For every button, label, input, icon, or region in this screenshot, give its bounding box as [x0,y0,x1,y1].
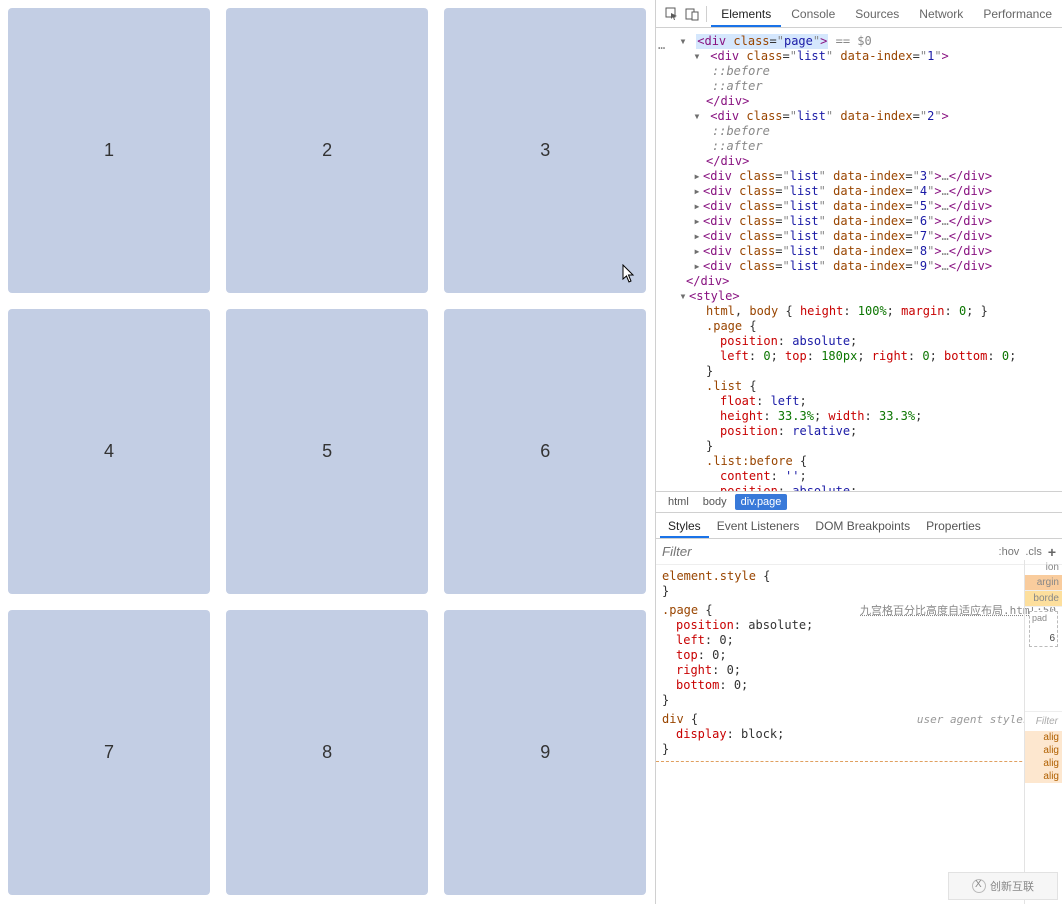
boxmodel-value: 6 [1049,633,1055,644]
breadcrumb-divpage[interactable]: div.page [735,494,788,510]
dom-pseudo-before: ::before [678,124,1062,139]
boxmodel-border-label: borde [1025,591,1062,607]
tab-sources[interactable]: Sources [845,1,909,27]
tab-network[interactable]: Network [909,1,973,27]
tab-performance[interactable]: Performance [973,1,1062,27]
grid-cell-6: 6 [444,309,646,594]
styles-filter-row: :hov .cls + [656,539,1062,565]
computed-filter-input[interactable]: Filter [1025,711,1062,731]
device-toggle-icon[interactable] [682,3,702,25]
computed-prop[interactable]: alig [1025,770,1062,783]
dom-node-list-2[interactable]: <div class="list" data-index="2"> [678,109,1062,124]
computed-prop[interactable]: alig [1025,744,1062,757]
subtab-properties[interactable]: Properties [918,514,989,538]
grid-cell-3: 3 [444,8,646,293]
subtab-eventlisteners[interactable]: Event Listeners [709,514,808,538]
boxmodel-margin-label: argin [1025,575,1062,591]
grid-cell-8: 8 [226,610,428,895]
watermark-badge: 创新互联 [948,872,1058,900]
dom-node-list-5[interactable]: <div class="list" data-index="5">…</div> [678,199,1062,214]
dom-node-page[interactable]: <div class="page"> == $0 [678,34,1062,49]
box-model-sliver: ion argin borde pad 6 Filter alig alig a… [1024,560,1062,904]
grid-cell-9: 9 [444,610,646,895]
dom-node-list-4[interactable]: <div class="list" data-index="4">…</div> [678,184,1062,199]
hov-toggle[interactable]: :hov [999,546,1020,558]
devtools-tabs: Elements Console Sources Network Perform… [656,0,1062,28]
dom-breadcrumb: html body div.page [656,491,1062,513]
boxmodel-ion-label: ion [1025,560,1062,575]
dom-pseudo-before: ::before [678,64,1062,79]
new-style-rule-button[interactable]: + [1048,544,1056,560]
grid-cell-5: 5 [226,309,428,594]
boxmodel-padding-label: pad [1032,613,1047,623]
subtab-styles[interactable]: Styles [660,514,709,538]
dom-node-list-9[interactable]: <div class="list" data-index="9">…</div> [678,259,1062,274]
dom-node-list-7[interactable]: <div class="list" data-index="7">…</div> [678,229,1062,244]
dom-node-list-2-close: </div> [678,154,1062,169]
watermark-text: 创新互联 [990,878,1034,894]
grid-cell-1: 1 [8,8,210,293]
watermark-logo-icon [972,879,986,893]
grid-container: 1 2 3 4 5 6 7 8 9 [0,0,655,904]
dom-pseudo-after: ::after [678,139,1062,154]
overflow-dots-icon[interactable]: … [658,38,665,53]
cls-toggle[interactable]: .cls [1025,546,1042,558]
dom-node-list-1[interactable]: <div class="list" data-index="1"> [678,49,1062,64]
grid-cell-7: 7 [8,610,210,895]
computed-prop[interactable]: alig [1025,757,1062,770]
breadcrumb-body[interactable]: body [697,494,733,510]
dom-node-list-6[interactable]: <div class="list" data-index="6">…</div> [678,214,1062,229]
styles-filter-input[interactable] [662,544,993,559]
dom-pseudo-after: ::after [678,79,1062,94]
dom-node-style[interactable]: <style> [678,289,1062,304]
styles-panel[interactable]: element.style {} 九宫格百分比高度自适应布局.html:50 .… [656,565,1062,904]
dom-node-page-close: </div> [678,274,1062,289]
styles-subtabs: Styles Event Listeners DOM Breakpoints P… [656,513,1062,539]
dom-node-list-3[interactable]: <div class="list" data-index="3">…</div> [678,169,1062,184]
rule-page[interactable]: 九宫格百分比高度自适应布局.html:50 .page { position: … [662,603,1056,708]
grid-cell-4: 4 [8,309,210,594]
rule-ua-div[interactable]: user agent stylesheet div { display: blo… [662,712,1056,757]
computed-prop[interactable]: alig [1025,731,1062,744]
dom-style-content: html, body { height: 100%; margin: 0; } … [678,304,1062,491]
tab-console[interactable]: Console [781,1,845,27]
devtools-panel: Elements Console Sources Network Perform… [655,0,1062,904]
grid-cell-2: 2 [226,8,428,293]
breadcrumb-html[interactable]: html [662,494,695,510]
tab-elements[interactable]: Elements [711,1,781,27]
rule-element-style[interactable]: element.style {} [662,569,1056,599]
boxmodel-padding-box: pad 6 [1029,611,1058,647]
dom-tree[interactable]: … <div class="page"> == $0 <div class="l… [656,28,1062,491]
subtab-dombreakpoints[interactable]: DOM Breakpoints [807,514,918,538]
inspect-icon[interactable] [662,3,682,25]
page-preview: 1 2 3 4 5 6 7 8 9 [0,0,655,904]
dom-node-list-8[interactable]: <div class="list" data-index="8">…</div> [678,244,1062,259]
dom-node-list-1-close: </div> [678,94,1062,109]
